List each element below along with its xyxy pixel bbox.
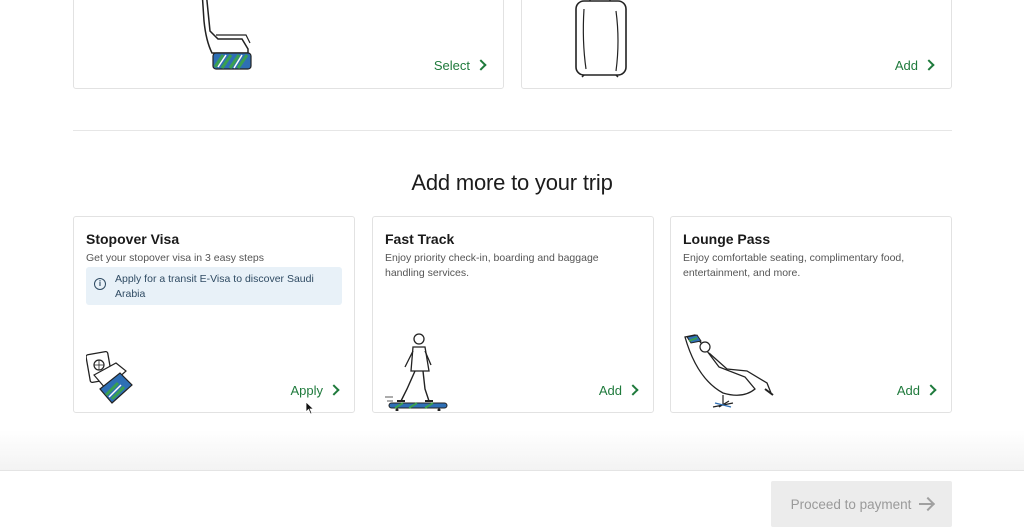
add-fast-track-label: Add xyxy=(598,383,622,398)
fast-track-card: Fast Track Enjoy priority check-in, boar… xyxy=(372,216,654,413)
visa-info-box: i Apply for a transit E-Visa to discover… xyxy=(86,267,342,305)
page: Select Add Add more to your trip Stopove… xyxy=(0,0,1024,532)
apply-visa-button[interactable]: Apply xyxy=(290,383,340,398)
proceed-to-payment-button[interactable]: Proceed to payment xyxy=(771,481,952,527)
add-baggage-button[interactable]: Add xyxy=(894,58,935,73)
select-seat-label: Select xyxy=(433,58,470,73)
card-description: Enjoy comfortable seating, complimentary… xyxy=(683,252,905,279)
add-fast-track-button[interactable]: Add xyxy=(598,383,639,398)
arrow-right-icon xyxy=(919,503,933,505)
seat-icon xyxy=(198,0,258,84)
skateboarder-icon xyxy=(385,331,449,416)
section-divider xyxy=(73,130,952,131)
stopover-visa-card: Stopover Visa Get your stopover visa in … xyxy=(73,216,355,413)
baggage-card: Add xyxy=(521,0,952,89)
apply-visa-label: Apply xyxy=(290,383,323,398)
select-seat-button[interactable]: Select xyxy=(433,58,487,73)
chevron-right-icon xyxy=(923,58,935,71)
footer-bar: Proceed to payment xyxy=(0,470,1024,532)
passport-icon xyxy=(85,349,134,410)
lounge-chair-icon xyxy=(683,333,775,414)
chevron-right-icon xyxy=(328,383,340,396)
card-title: Stopover Visa xyxy=(86,231,180,247)
card-description: Enjoy priority check-in, boarding and ba… xyxy=(385,252,599,279)
luggage-icon xyxy=(572,0,632,84)
footer-shadow xyxy=(0,430,1024,470)
card-title: Fast Track xyxy=(385,231,455,247)
mouse-cursor-icon xyxy=(305,401,315,420)
info-icon: i xyxy=(94,278,106,290)
card-description: Get your stopover visa in 3 easy steps xyxy=(86,252,265,264)
chevron-right-icon xyxy=(627,383,639,396)
section-title: Add more to your trip xyxy=(411,170,613,195)
seat-selection-card: Select xyxy=(73,0,504,89)
chevron-right-icon xyxy=(925,383,937,396)
chevron-right-icon xyxy=(475,58,487,71)
proceed-label: Proceed to payment xyxy=(790,496,912,512)
card-title: Lounge Pass xyxy=(683,231,771,247)
add-baggage-label: Add xyxy=(894,58,918,73)
lounge-pass-card: Lounge Pass Enjoy comfortable seating, c… xyxy=(670,216,952,413)
add-lounge-pass-button[interactable]: Add xyxy=(896,383,937,398)
add-lounge-pass-label: Add xyxy=(896,383,920,398)
visa-info-text: Apply for a transit E-Visa to discover S… xyxy=(115,273,314,300)
